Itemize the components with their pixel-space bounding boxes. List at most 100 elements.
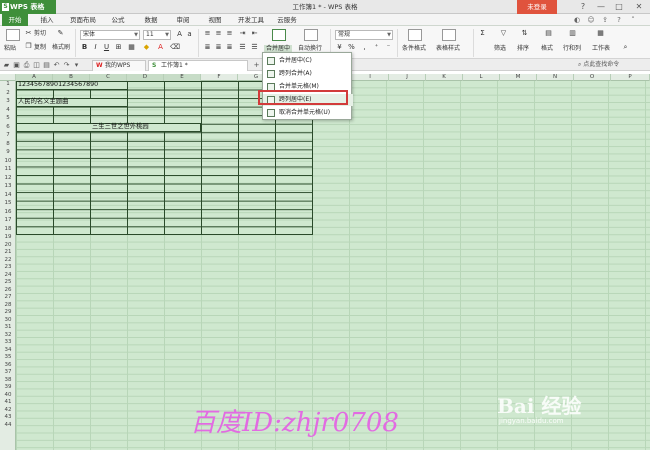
share-icon[interactable]: ⇪ (600, 15, 610, 25)
find-icon[interactable]: ⌕ (621, 43, 630, 52)
row-header-18[interactable]: 18 (0, 226, 16, 233)
row-header-21[interactable]: 21 (0, 249, 16, 256)
row-header-43[interactable]: 43 (0, 414, 16, 421)
login-button[interactable]: 未登录 (517, 0, 557, 14)
format-button[interactable]: 格式 (541, 45, 553, 53)
thousands-icon[interactable]: , (360, 43, 369, 52)
col-header-e[interactable]: E (164, 74, 201, 81)
outdent-icon[interactable]: ⇤ (250, 29, 259, 38)
align-top-icon[interactable]: ≡ (203, 29, 212, 38)
row-header-24[interactable]: 24 (0, 272, 16, 279)
decrease-decimal-icon[interactable]: ⁻ (384, 43, 393, 52)
increase-decimal-icon[interactable]: ⁺ (372, 43, 381, 52)
italic-icon[interactable]: I (91, 43, 100, 52)
tab-view[interactable]: 视图 (203, 14, 227, 26)
number-format-select[interactable]: 常规 ▼ (335, 30, 393, 40)
sort-icon[interactable]: ⇅ (520, 29, 529, 38)
tab-cloud[interactable]: 云服务 (272, 14, 302, 26)
row-header-37[interactable]: 37 (0, 369, 16, 376)
row-header-7[interactable]: 7 (0, 132, 16, 139)
row-header-4[interactable]: 4 (0, 107, 16, 114)
worksheet-icon[interactable]: ▦ (596, 29, 605, 38)
distribute-icon[interactable]: ☰ (250, 43, 259, 52)
clear-format-icon[interactable]: ⌫ (170, 43, 180, 52)
row-col-icon[interactable]: ▥ (568, 29, 577, 38)
print-icon[interactable]: ⎙ (22, 60, 31, 70)
conditional-format-icon[interactable] (408, 29, 422, 41)
row-header-39[interactable]: 39 (0, 384, 16, 391)
row-header-17[interactable]: 17 (0, 217, 16, 224)
sum-icon[interactable]: Σ (478, 29, 487, 38)
new-tab-icon[interactable]: + (252, 60, 261, 70)
copy-icon[interactable]: ❐ (24, 42, 33, 51)
sort-button[interactable]: 排序 (517, 45, 529, 53)
worksheet-button[interactable]: 工作表 (592, 45, 610, 53)
currency-icon[interactable]: ¥ (335, 43, 344, 52)
row-header-15[interactable]: 15 (0, 200, 16, 207)
row-header-31[interactable]: 31 (0, 324, 16, 331)
row-header-13[interactable]: 13 (0, 183, 16, 190)
table-style-icon[interactable] (442, 29, 456, 41)
save-icon[interactable]: ▣ (12, 60, 21, 70)
tab-insert[interactable]: 插入 (34, 14, 60, 26)
row-header-5[interactable]: 5 (0, 115, 16, 122)
menu-item-merge-across[interactable]: 跨列合并(A) (263, 68, 353, 80)
merge-icon[interactable]: ▦ (127, 43, 136, 52)
underline-icon[interactable]: U (102, 43, 111, 52)
font-color-icon[interactable]: A (156, 43, 165, 52)
align-right-icon[interactable]: ≣ (225, 43, 234, 52)
row-header-3[interactable]: 3 (0, 98, 16, 105)
row-header-6[interactable]: 6 (0, 124, 16, 131)
col-header-m[interactable]: M (500, 74, 537, 81)
col-header-p[interactable]: P (611, 74, 650, 81)
paste-icon[interactable] (6, 29, 20, 41)
justify-icon[interactable]: ☰ (238, 43, 247, 52)
row-header-9[interactable]: 9 (0, 149, 16, 156)
redo-icon[interactable]: ↷ (62, 60, 71, 70)
col-header-o[interactable]: O (574, 74, 611, 81)
copy-button[interactable]: 复制 (34, 44, 46, 52)
row-header-2[interactable]: 2 (0, 90, 16, 97)
row-header-1[interactable]: 1 (0, 81, 16, 88)
menu-item-unmerge[interactable]: 取消合并单元格(U) (263, 107, 353, 119)
help-icon[interactable]: ? (576, 0, 590, 14)
row-header-36[interactable]: 36 (0, 362, 16, 369)
increase-font-icon[interactable]: A (175, 30, 184, 39)
row-header-16[interactable]: 16 (0, 209, 16, 216)
align-left-icon[interactable]: ≣ (203, 43, 212, 52)
tab-workbook1[interactable]: S 工作簿1 * (148, 60, 248, 71)
border-icon[interactable]: ⊞ (114, 43, 123, 52)
select-all[interactable] (0, 74, 16, 81)
table-style-button[interactable]: 表格样式 (436, 45, 460, 53)
maximize-icon[interactable]: □ (612, 0, 626, 14)
col-header-k[interactable]: K (426, 74, 463, 81)
align-bottom-icon[interactable]: ≡ (225, 29, 234, 38)
filter-button[interactable]: 筛选 (494, 45, 506, 53)
menu-item-merge-center[interactable]: 合并居中(C) (263, 55, 353, 67)
brush-icon[interactable]: ✎ (56, 29, 65, 38)
col-header-c[interactable]: C (90, 74, 127, 81)
user-icon[interactable]: ☺ (586, 15, 596, 25)
row-header-40[interactable]: 40 (0, 392, 16, 399)
tab-review[interactable]: 审阅 (171, 14, 195, 26)
row-header-20[interactable]: 20 (0, 242, 16, 249)
row-header-34[interactable]: 34 (0, 347, 16, 354)
wrap-text-icon[interactable] (304, 29, 318, 41)
row-header-44[interactable]: 44 (0, 422, 16, 429)
row-header-33[interactable]: 33 (0, 339, 16, 346)
bold-icon[interactable]: B (80, 43, 89, 52)
row-header-30[interactable]: 30 (0, 317, 16, 324)
format-icon[interactable]: ▤ (544, 29, 553, 38)
row-header-19[interactable]: 19 (0, 234, 16, 241)
cut-button[interactable]: 剪切 (34, 30, 46, 38)
print-preview-icon[interactable]: ◫ (32, 60, 41, 70)
row-col-button[interactable]: 行和列 (563, 45, 581, 53)
merge-center-icon[interactable] (272, 29, 286, 41)
row-header-8[interactable]: 8 (0, 141, 16, 148)
app-menu-button[interactable]: S WPS 表格 (0, 0, 56, 14)
row-header-22[interactable]: 22 (0, 257, 16, 264)
row-header-10[interactable]: 10 (0, 158, 16, 165)
undo-icon[interactable]: ↶ (52, 60, 61, 70)
paste-button[interactable]: 粘贴 (4, 45, 16, 53)
col-header-b[interactable]: B (53, 74, 90, 81)
